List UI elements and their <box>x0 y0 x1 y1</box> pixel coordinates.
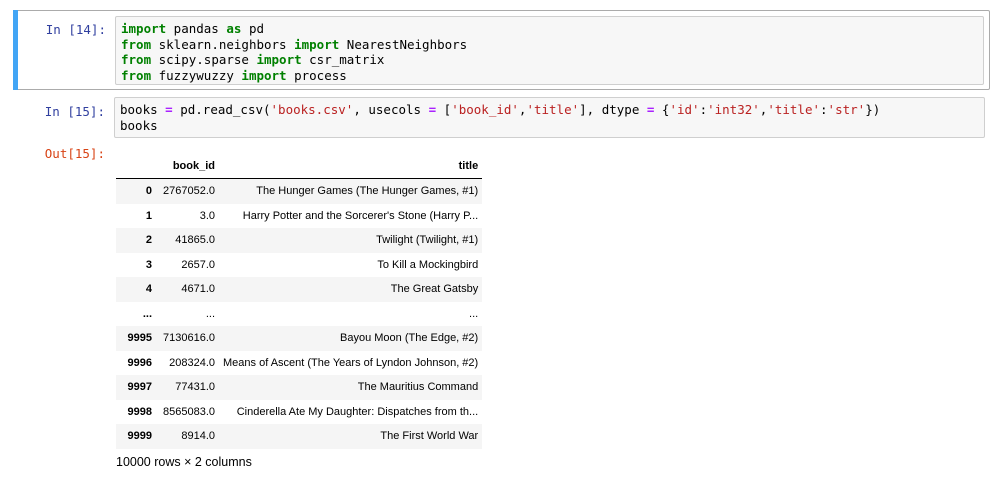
cell-title: Means of Ascent (The Years of Lyndon Joh… <box>223 356 479 369</box>
code-token: 'int32' <box>707 102 760 117</box>
cell-book-id: ... <box>205 307 215 320</box>
code-token: [ <box>436 102 452 117</box>
code-token: fuzzywuzzy <box>151 67 242 83</box>
cell-book-id: 2767052.0 <box>163 185 215 198</box>
code-token: as <box>226 21 242 36</box>
dataframe-table: book_id title 0 2767052.0 The Hunger Games… <box>116 154 483 449</box>
cell-book-id: 3.0 <box>199 209 215 222</box>
cell-book-id: 4671.0 <box>181 283 215 296</box>
cell-title: The Mauritius Command <box>357 381 479 394</box>
table-row: 1 3.0 Harry Potter and the Sorcerer's Ston… <box>116 204 482 229</box>
cell-title: The Great Gatsby <box>390 283 479 296</box>
cell-book-id: 41865.0 <box>175 234 215 247</box>
table-row: 9996 208324.0 Means of Ascent (The Years o… <box>116 351 482 376</box>
code-token: process <box>286 67 347 83</box>
code-token: = <box>428 102 437 117</box>
row-index: 1 <box>145 209 152 222</box>
code-token: = <box>165 102 173 117</box>
code-token: : <box>699 102 708 117</box>
code-token: from <box>121 36 152 52</box>
cell-title: Harry Potter and the Sorcerer's Stone (H… <box>242 209 479 222</box>
code-token: NearestNeighbors <box>339 36 468 52</box>
code-token: import <box>121 21 167 36</box>
cell-title: The First World War <box>380 430 479 443</box>
code-token: }) <box>865 102 881 117</box>
cell-title: Cinderella Ate My Daughter: Dispatches f… <box>236 405 479 418</box>
row-index: 9997 <box>127 381 152 394</box>
code-line: import pandas as pd <box>121 21 978 37</box>
row-index: 9999 <box>127 430 152 443</box>
cell-title: Bayou Moon (The Edge, #2) <box>340 332 479 345</box>
code-token: { <box>654 102 670 117</box>
row-index: 2 <box>145 234 152 247</box>
code-token: , usecols <box>353 102 429 117</box>
row-index: 9995 <box>127 332 152 345</box>
table-row: 9995 7130616.0 Bayou Moon (The Edge, #2) <box>116 326 483 351</box>
row-index: ... <box>142 307 152 320</box>
cell-book-id: 7130616.0 <box>163 332 215 345</box>
row-index: 0 <box>145 185 152 198</box>
code-line: books = pd.read_csv('books.csv', usecols… <box>120 102 979 118</box>
code-editor-15[interactable]: books = pd.read_csv('books.csv', usecols… <box>114 97 985 138</box>
code-token: pd <box>241 21 265 36</box>
input-prompt-15: In [15]: <box>44 104 105 119</box>
dataframe-output: book_id title 0 2767052.0 The Hunger Games… <box>116 154 483 449</box>
table-row: 3 2657.0 To Kill a Mockingbird <box>116 253 482 278</box>
cell-book-id: 2657.0 <box>181 258 215 271</box>
code-line: from fuzzywuzzy import process <box>121 68 978 84</box>
table-header-row: book_id title <box>116 154 483 179</box>
cell-title: The Hunger Games (The Hunger Games, #1) <box>256 185 479 198</box>
code-token: books <box>120 102 166 117</box>
column-header-title: title <box>219 154 483 179</box>
code-token: pd.read_csv( <box>172 102 271 117</box>
code-token: from <box>121 67 152 83</box>
table-row: 2 41865.0 Twilight (Twilight, #1) <box>116 228 483 253</box>
code-token: 'id' <box>669 102 700 117</box>
row-index: 3 <box>145 258 152 271</box>
code-token: from <box>121 52 152 67</box>
cell-title: ... <box>469 307 479 320</box>
code-token: books <box>120 117 158 133</box>
code-token: import <box>241 67 287 83</box>
code-token: : <box>820 102 828 117</box>
table-row: 9998 8565083.0 Cinderella Ate My Daughter:… <box>116 400 482 425</box>
table-row: 0 2767052.0 The Hunger Games (The Hunger G… <box>116 178 483 204</box>
cell-title: To Kill a Mockingbird <box>377 258 479 271</box>
cell-book-id: 8914.0 <box>181 430 215 443</box>
code-token: 'title' <box>767 102 821 117</box>
code-token: ], dtype <box>579 102 647 117</box>
code-token: 'book_id' <box>451 102 519 117</box>
code-editor-14[interactable]: import pandas as pd from sklearn.neighbor… <box>115 16 984 85</box>
table-row: 9999 8914.0 The First World War <box>116 424 483 449</box>
code-cell-15[interactable]: In [15]: books = pd.read_csv('books.csv'… <box>13 97 990 143</box>
cell-book-id: 208324.0 <box>169 356 215 369</box>
output-prompt-15: Out[15]: <box>44 146 105 161</box>
cell-title: Twilight (Twilight, #1) <box>376 234 479 247</box>
code-token: 'books.csv' <box>270 102 354 117</box>
column-header-book-id: book_id <box>156 154 219 179</box>
code-token: sklearn.neighbors <box>151 36 295 52</box>
table-row: ......... <box>116 302 482 327</box>
column-header-index <box>116 154 156 179</box>
input-prompt-14: In [14]: <box>45 22 106 37</box>
code-line: from sklearn.neighbors import NearestNei… <box>121 37 978 53</box>
code-line: books <box>120 118 979 134</box>
code-token: pandas <box>166 21 227 36</box>
cell-book-id: 77431.0 <box>175 381 215 394</box>
code-token: import <box>256 52 302 67</box>
row-index: 9996 <box>127 356 152 369</box>
code-cell-14[interactable]: In [14]: import pandas as pd from sklearn… <box>13 10 990 90</box>
row-index: 4 <box>145 283 152 296</box>
cell-book-id: 8565083.0 <box>163 405 215 418</box>
code-token: scipy.sparse <box>151 52 257 67</box>
code-token: import <box>294 36 340 52</box>
code-token: csr_matrix <box>301 52 385 67</box>
code-token: 'title' <box>526 102 580 117</box>
code-token: 'str' <box>827 102 866 117</box>
table-row: 4 4671.0 The Great Gatsby <box>116 277 483 302</box>
row-index: 9998 <box>127 405 152 418</box>
dataframe-shape-summary: 10000 rows × 2 columns <box>116 455 252 469</box>
table-row: 9997 77431.0 The Mauritius Command <box>116 375 483 400</box>
code-line: from scipy.sparse import csr_matrix <box>121 52 978 68</box>
